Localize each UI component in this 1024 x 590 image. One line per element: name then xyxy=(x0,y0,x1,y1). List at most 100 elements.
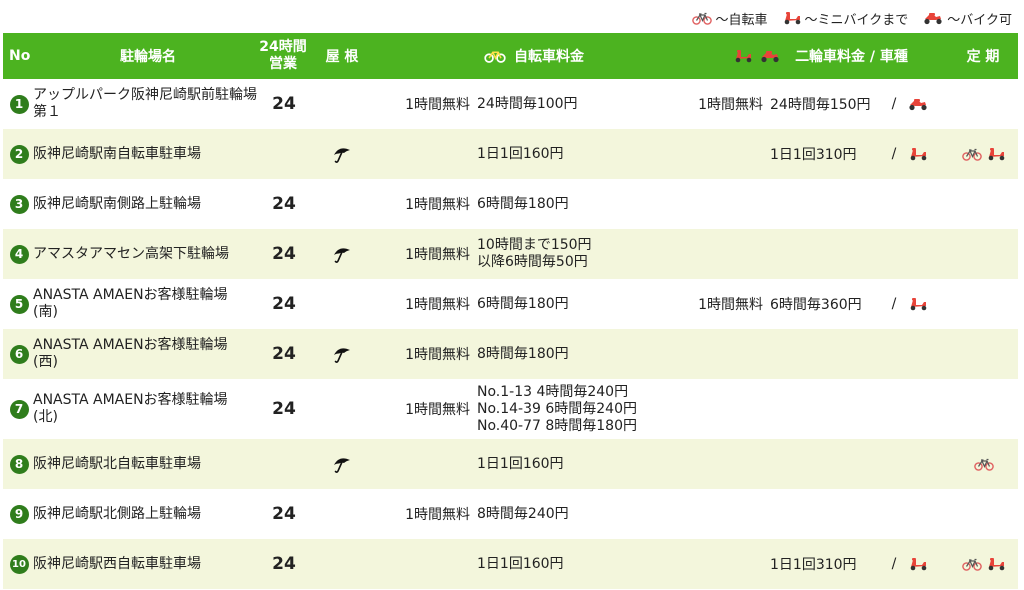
moto-separator xyxy=(888,489,900,539)
row-number: 6 xyxy=(8,329,30,379)
moto-fee xyxy=(770,379,885,439)
bike-free-time: 1時間無料 xyxy=(405,97,470,113)
row-number: 9 xyxy=(8,489,30,539)
parking-name: アマスタアマセン高架下駐輪場 xyxy=(33,229,258,279)
moto-fee xyxy=(770,229,885,279)
legend-bicycle: ～自転車 xyxy=(692,9,768,28)
row-number: 8 xyxy=(8,439,30,489)
row-number-badge: 9 xyxy=(9,504,29,524)
parking-name: 阪神尼崎駅西自転車駐車場 xyxy=(33,539,258,589)
table-row[interactable]: 7 ANASTA AMAENお客様駐輪場 (北) 24 1時間無料 No.1-13 4時… xyxy=(3,379,1018,439)
teiki-cell xyxy=(951,539,1017,589)
parking-name-text: アマスタアマセン高架下駐輪場 xyxy=(33,245,229,262)
moto-separator xyxy=(888,229,900,279)
moto-separator: / xyxy=(891,96,897,112)
motorbike-icon xyxy=(922,11,944,25)
roof-cell xyxy=(321,439,363,489)
moto-fee xyxy=(770,489,885,539)
parking-name-text: ANASTA AMAENお客様駐輪場 (北) xyxy=(33,392,228,425)
legend-bicycle-label: ～自転車 xyxy=(715,12,768,28)
moto-free-time xyxy=(671,179,763,229)
bike-fee-text: 1日1回160円 xyxy=(477,145,564,162)
parking-name-text: 阪神尼崎駅西自転車駐車場 xyxy=(33,555,201,572)
bicycle-icon xyxy=(692,12,713,25)
parking-name-text: ANASTA AMAENお客様駐輪場 (南) xyxy=(33,287,228,320)
moto-separator xyxy=(888,329,900,379)
bike-fee: 8時間毎180円 xyxy=(477,329,677,379)
scooter-icon xyxy=(908,557,928,571)
table-row[interactable]: 2 阪神尼崎駅南自転車駐車場 1日1回160円 1日1回310円 / xyxy=(3,129,1018,179)
legend-scooter-label: ～ミニバイクまで xyxy=(804,12,909,28)
bike-fee: 6時間毎180円 xyxy=(477,179,677,229)
header-moto-fee: 二輪車料金 / 車種 xyxy=(718,33,923,79)
parking-name-text: 阪神尼崎駅北側路上駐輪場 xyxy=(33,505,201,522)
vehicle-type xyxy=(903,129,933,179)
moto-fee xyxy=(770,329,885,379)
bicycle-icon xyxy=(962,558,982,571)
row-number: 10 xyxy=(8,539,30,589)
parking-name: 阪神尼崎駅北自転車駐車場 xyxy=(33,439,258,489)
row-number: 7 xyxy=(8,379,30,439)
bike-free-time xyxy=(373,129,470,179)
roof-cell xyxy=(321,329,363,379)
vehicle-legend: ～自転車 ～ミニバイクまで ～バイク可 xyxy=(692,8,1012,28)
header-24h: 24時間 営業 xyxy=(253,33,313,79)
roof-cell xyxy=(321,129,363,179)
vehicle-type xyxy=(903,439,933,489)
moto-separator: / xyxy=(891,296,897,312)
table-row[interactable]: 1 アップルパーク阪神尼崎駅前駐輪場第１ 24 1時間無料 24時間毎100円 1時間無料… xyxy=(3,79,1018,129)
hours-24 xyxy=(261,439,307,489)
bike-fee: 1日1回160円 xyxy=(477,439,677,489)
bike-fee-text: 1日1回160円 xyxy=(477,555,564,572)
row-number: 4 xyxy=(8,229,30,279)
bike-fee: 1日1回160円 xyxy=(477,129,677,179)
hours-24: 24 xyxy=(272,344,296,364)
vehicle-type xyxy=(903,229,933,279)
parking-name: ANASTA AMAENお客様駐輪場 (北) xyxy=(33,379,258,439)
table-row[interactable]: 5 ANASTA AMAENお客様駐輪場 (南) 24 1時間無料 6時間毎180円 1時… xyxy=(3,279,1018,329)
table-row[interactable]: 9 阪神尼崎駅北側路上駐輪場 24 1時間無料 8時間毎240円 xyxy=(3,489,1018,539)
hours-24 xyxy=(261,129,307,179)
table-row[interactable]: 10 阪神尼崎駅西自転車駐車場 24 1日1回160円 1日1回310円 / xyxy=(3,539,1018,589)
roof-cell xyxy=(321,229,363,279)
parking-name: 阪神尼崎駅南側路上駐輪場 xyxy=(33,179,258,229)
parking-name: アップルパーク阪神尼崎駅前駐輪場第１ xyxy=(33,79,258,129)
vehicle-type xyxy=(903,489,933,539)
teiki-cell xyxy=(951,129,1017,179)
header-teiki: 定 期 xyxy=(966,49,1000,65)
table-row[interactable]: 6 ANASTA AMAENお客様駐輪場 (西) 24 1時間無料 8時間毎180円 xyxy=(3,329,1018,379)
teiki-cell xyxy=(951,379,1017,439)
motorbike-icon xyxy=(907,97,929,111)
parking-name-text: 阪神尼崎駅北自転車駐車場 xyxy=(33,455,201,472)
table-row[interactable]: 4 アマスタアマセン高架下駐輪場 24 1時間無料 10時間まで150円 以降6時間毎5… xyxy=(3,229,1018,279)
header-name: 駐輪場名 xyxy=(120,49,176,65)
bike-fee: 10時間まで150円 以降6時間毎50円 xyxy=(477,229,677,279)
row-number-badge: 8 xyxy=(9,454,29,474)
bike-fee-text: 10時間まで150円 以降6時間毎50円 xyxy=(477,237,592,270)
bike-fee-text: No.1-13 4時間毎240円 No.14-39 6時間毎240円 No.40… xyxy=(477,383,638,434)
moto-free-time xyxy=(671,229,763,279)
row-number-badge: 2 xyxy=(9,144,29,164)
header-roof: 屋 根 xyxy=(325,49,359,65)
row-number-badge: 3 xyxy=(9,194,29,214)
parking-name: 阪神尼崎駅北側路上駐輪場 xyxy=(33,489,258,539)
bike-fee-text: 1日1回160円 xyxy=(477,455,564,472)
hours-24: 24 xyxy=(272,504,296,524)
bike-fee-text: 6時間毎180円 xyxy=(477,295,569,312)
row-number: 5 xyxy=(8,279,30,329)
moto-free-time xyxy=(671,129,763,179)
roof-cell xyxy=(321,539,363,589)
teiki-cell xyxy=(951,439,1017,489)
table-row[interactable]: 3 阪神尼崎駅南側路上駐輪場 24 1時間無料 6時間毎180円 xyxy=(3,179,1018,229)
moto-separator xyxy=(888,379,900,439)
moto-free-time: 1時間無料 xyxy=(698,97,763,113)
teiki-cell xyxy=(951,329,1017,379)
teiki-cell xyxy=(951,229,1017,279)
umbrella-icon xyxy=(332,244,352,264)
header-bike-fee: 自転車料金 xyxy=(469,33,599,79)
vehicle-type xyxy=(903,79,933,129)
hours-24: 24 xyxy=(272,294,296,314)
table-row[interactable]: 8 阪神尼崎駅北自転車駐車場 1日1回160円 xyxy=(3,439,1018,489)
parking-name-text: 阪神尼崎駅南自転車駐車場 xyxy=(33,145,201,162)
table-body: 1 アップルパーク阪神尼崎駅前駐輪場第１ 24 1時間無料 24時間毎100円 1時間無料… xyxy=(3,79,1018,589)
